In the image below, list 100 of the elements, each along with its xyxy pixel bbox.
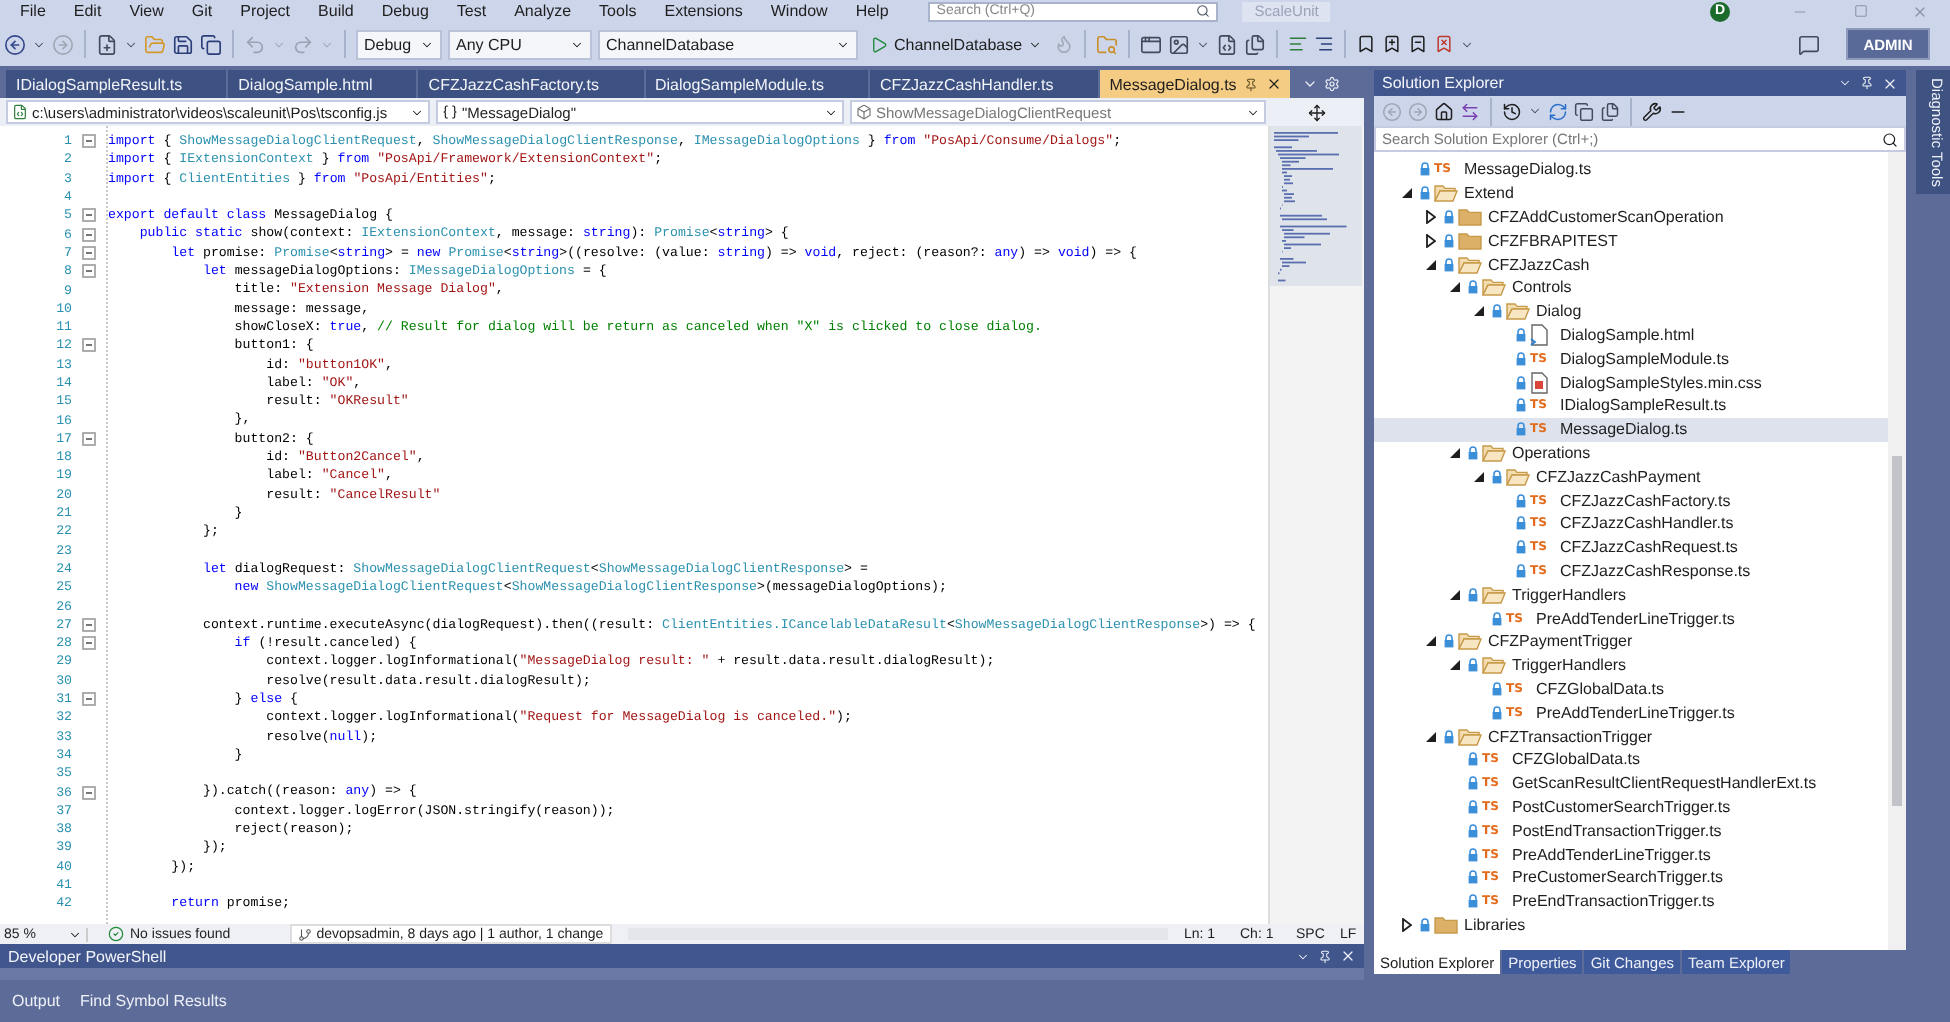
vertical-scrollbar[interactable] [1888, 152, 1906, 950]
collapse-icon[interactable] [82, 692, 96, 707]
start-button[interactable]: ChannelDatabase [864, 29, 1049, 59]
refresh-icon[interactable] [1548, 101, 1568, 121]
settings-icon[interactable] [1324, 76, 1340, 92]
tree-item[interactable]: Libraries [1374, 913, 1888, 937]
editor-tab[interactable]: DialogSampleModule.ts [645, 70, 868, 98]
editor-tab[interactable]: DialogSample.html [228, 70, 417, 98]
menu-item[interactable]: File [20, 2, 46, 20]
caret-icon[interactable] [1460, 37, 1475, 51]
tree-item[interactable]: CFZPaymentTrigger [1374, 629, 1888, 654]
expander-arrow-icon[interactable] [1402, 917, 1412, 932]
expander-arrow-icon[interactable] [1426, 209, 1436, 224]
align-right-icon[interactable] [1314, 34, 1335, 54]
expander-arrow-icon[interactable] [1450, 589, 1460, 600]
expander-arrow-icon[interactable] [1450, 660, 1460, 671]
expander-arrow-icon[interactable] [1450, 282, 1460, 293]
tree-item[interactable]: Dialog [1374, 299, 1888, 324]
panel-tab[interactable]: Output [8, 990, 65, 1012]
save-all-icon[interactable] [200, 33, 222, 55]
expander-arrow-icon[interactable] [1450, 447, 1460, 458]
clock-icon[interactable] [1502, 101, 1522, 121]
back-icon[interactable] [4, 33, 26, 55]
new-file-icon[interactable] [96, 33, 118, 55]
expander-arrow-icon[interactable] [1474, 306, 1484, 317]
tree-item[interactable]: DialogSampleStyles.min.css [1374, 370, 1888, 394]
bookmark-icon[interactable] [1356, 34, 1377, 54]
menu-item[interactable]: Test [456, 2, 487, 20]
collapse-icon[interactable] [82, 338, 96, 353]
panel-menu-icon[interactable] [1296, 949, 1310, 963]
caret-icon[interactable] [1196, 37, 1211, 51]
startup-project-dropdown[interactable]: ChannelDatabase [598, 29, 858, 59]
caret-icon[interactable] [1028, 37, 1043, 51]
caret-icon[interactable] [68, 927, 82, 941]
split-icon[interactable] [1307, 103, 1325, 121]
menu-item[interactable]: Tools [599, 2, 637, 20]
caret-icon[interactable] [124, 37, 138, 51]
bookmark-x-icon[interactable] [1434, 34, 1455, 54]
caret-icon[interactable] [1528, 104, 1542, 118]
wrench-icon[interactable] [1642, 101, 1662, 121]
tree-item[interactable]: Operations [1374, 441, 1888, 465]
collapse-icon[interactable] [82, 227, 96, 242]
search-icon[interactable] [1882, 131, 1898, 147]
tree-item[interactable]: CFZTransactionTrigger [1374, 724, 1888, 748]
bookmark-minus-icon[interactable] [1408, 34, 1429, 54]
expander-arrow-icon[interactable] [1402, 188, 1412, 199]
menu-item[interactable]: Help [855, 2, 889, 20]
collapse-icon[interactable] [82, 264, 96, 279]
tree-item[interactable]: CFZJazzCash [1374, 252, 1888, 276]
caret-icon[interactable] [836, 37, 850, 51]
tree-item[interactable]: Controls [1374, 275, 1888, 300]
tab-list-icon[interactable] [1302, 76, 1318, 92]
collapse-icon[interactable] [82, 617, 96, 632]
tree-item[interactable]: CFZAddCustomerScanOperation [1374, 205, 1888, 229]
editor-tab[interactable]: CFZJazzCashHandler.ts [870, 70, 1098, 98]
expander-arrow-icon[interactable] [1426, 636, 1436, 647]
menu-item[interactable]: Analyze [514, 2, 572, 20]
save-icon[interactable] [172, 33, 194, 55]
bookmark-plus-icon[interactable] [1382, 34, 1403, 54]
tree-item[interactable]: CFZJazzCashPayment [1374, 464, 1888, 489]
platform-dropdown[interactable]: Any CPU [448, 29, 592, 59]
menu-item[interactable]: Build [318, 2, 354, 20]
editor-tab[interactable]: CFZJazzCashFactory.ts [418, 70, 643, 98]
expander-arrow-icon[interactable] [1426, 259, 1436, 270]
menu-item[interactable]: View [129, 2, 164, 20]
expander-arrow-icon[interactable] [1426, 233, 1436, 248]
tree-item[interactable]: TriggerHandlers [1374, 653, 1888, 678]
menu-item[interactable]: Edit [73, 2, 102, 20]
tree-item[interactable]: Extend [1374, 181, 1888, 206]
menu-item[interactable]: Project [240, 2, 291, 20]
caret-icon[interactable] [570, 37, 584, 51]
switch-views-icon[interactable] [1460, 101, 1480, 121]
play-icon[interactable] [870, 35, 888, 53]
tree-item[interactable]: TriggerHandlers [1374, 582, 1888, 607]
expander-arrow-icon[interactable] [1474, 471, 1484, 482]
menu-item[interactable]: Window [770, 2, 828, 20]
tree-item[interactable]: CFZFBRAPITEST [1374, 228, 1888, 253]
window-icon[interactable] [1140, 33, 1163, 55]
pin-icon[interactable] [1244, 77, 1259, 91]
collapse-icon[interactable] [82, 208, 96, 223]
caret-icon[interactable] [824, 105, 838, 119]
caret-icon[interactable] [1246, 105, 1260, 119]
speech-bubble-icon[interactable] [1798, 33, 1820, 55]
align-left-icon[interactable] [1288, 34, 1309, 54]
collapse-icon[interactable] [82, 134, 96, 149]
menu-item[interactable]: Debug [381, 2, 429, 20]
collapse-icon[interactable] [82, 636, 96, 651]
tree-item[interactable]: DialogSample.html [1374, 323, 1888, 347]
menu-item[interactable]: Extensions [664, 2, 743, 20]
menu-item[interactable]: Git [191, 2, 213, 20]
configuration-dropdown[interactable]: Debug [356, 29, 442, 59]
collapse-icon[interactable] [82, 245, 96, 260]
home-icon[interactable] [1434, 101, 1454, 121]
image-icon[interactable] [1168, 33, 1191, 55]
editor-tab[interactable]: MessageDialog.ts [1099, 70, 1291, 98]
search-icon[interactable] [1196, 4, 1211, 18]
file-code-icon[interactable] [1216, 33, 1239, 55]
editor-tab[interactable]: IDialogSampleResult.ts [6, 70, 227, 98]
caret-icon[interactable] [410, 105, 424, 119]
caret-icon[interactable] [32, 37, 46, 51]
